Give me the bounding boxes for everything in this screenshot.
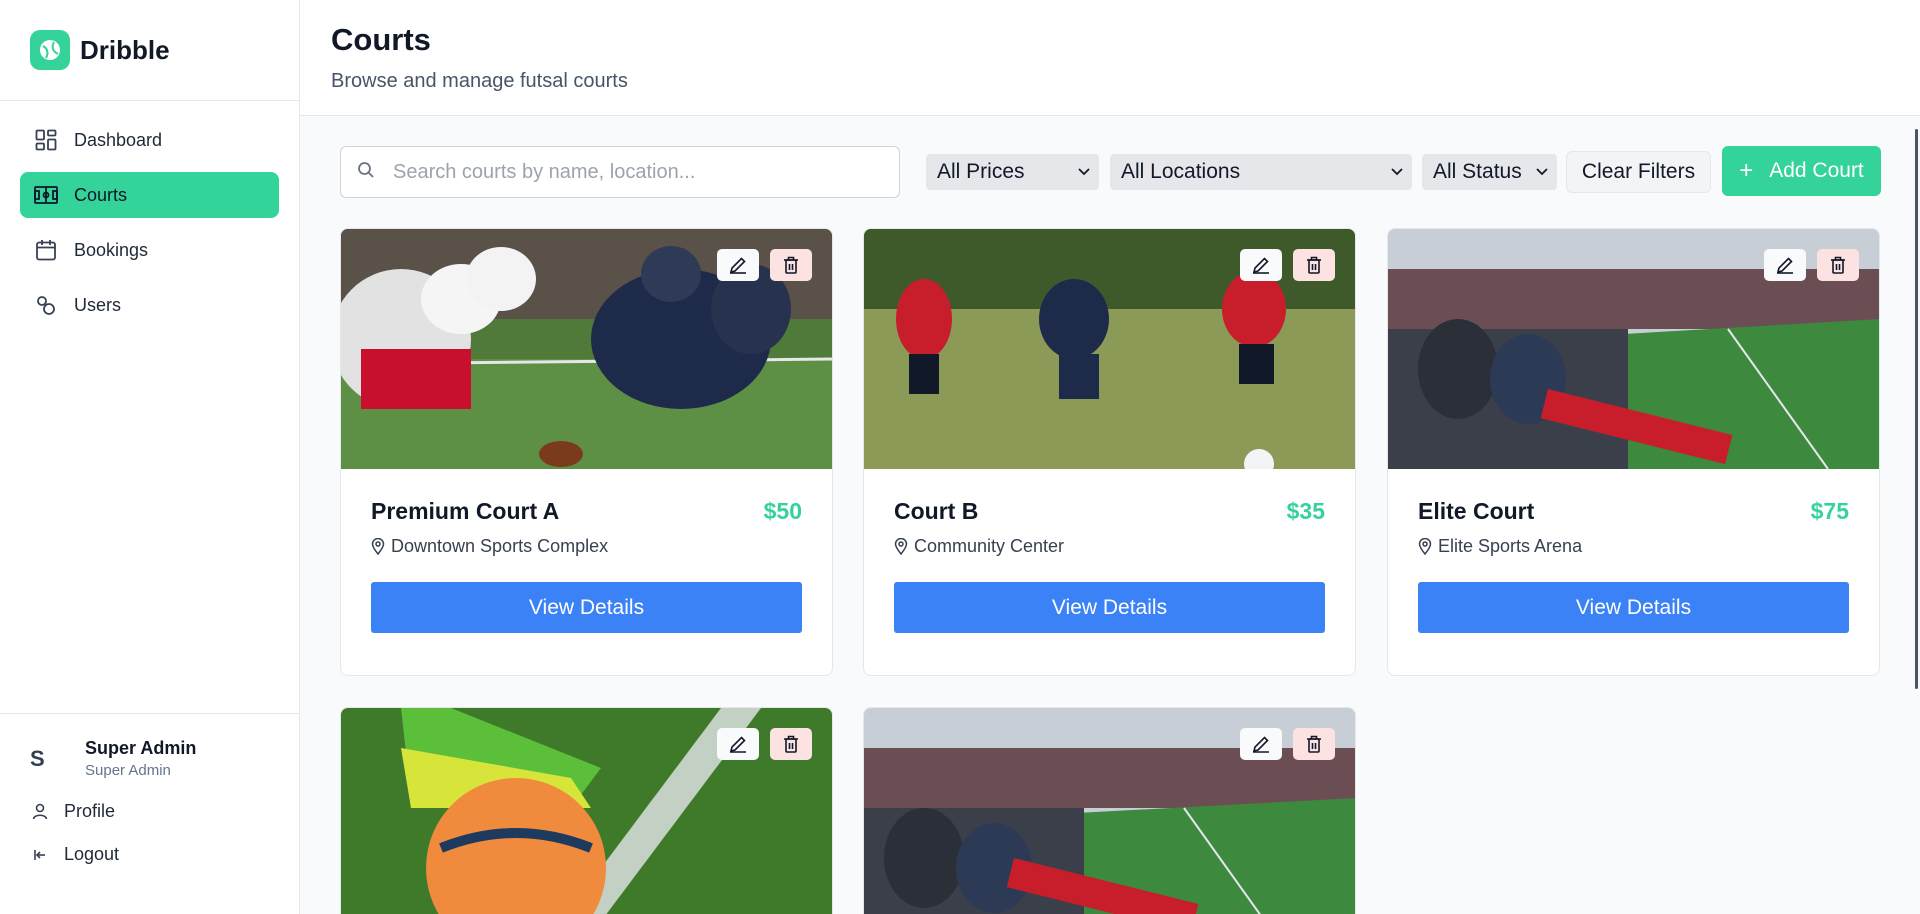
location-filter-value: All Locations — [1121, 160, 1241, 183]
sidebar-footer: S Super Admin Super Admin Profile Logout — [0, 713, 299, 914]
sidebar-nav: Dashboard Courts Bookings Users — [0, 101, 299, 328]
soccer-players-photo — [864, 229, 1355, 469]
edit-court-button[interactable] — [1240, 249, 1282, 281]
page-header: Courts Browse and manage futsal courts — [300, 0, 1920, 116]
brand-name: Dribble — [80, 34, 170, 65]
chevron-down-icon — [1390, 165, 1404, 179]
add-court-button[interactable]: + Add Court — [1722, 146, 1881, 196]
edit-court-button[interactable] — [717, 249, 759, 281]
logout-icon — [30, 845, 50, 865]
edit-court-button[interactable] — [1240, 728, 1282, 760]
price-filter-select[interactable]: All Prices — [926, 154, 1099, 190]
logout-link[interactable]: Logout — [30, 844, 299, 865]
edit-court-button[interactable] — [717, 728, 759, 760]
trash-icon — [1831, 256, 1845, 274]
status-filter-value: All Status — [1433, 160, 1522, 183]
chevron-down-icon — [1535, 165, 1549, 179]
page-subtitle: Browse and manage futsal courts — [331, 70, 628, 92]
view-details-button[interactable]: View Details — [1418, 582, 1849, 633]
calendar-icon — [34, 238, 58, 262]
delete-court-button[interactable] — [770, 728, 812, 760]
court-card: Elite Court $75 Elite Sports Arena View … — [1387, 228, 1880, 676]
profile-label: Profile — [64, 801, 116, 821]
map-pin-icon — [371, 538, 387, 556]
profile-link[interactable]: Profile — [30, 801, 299, 822]
court-location: Elite Sports Arena — [1438, 536, 1583, 556]
court-location: Downtown Sports Complex — [391, 536, 609, 556]
court-card — [340, 707, 833, 914]
edit-court-button[interactable] — [1764, 249, 1806, 281]
sidebar-item-label: Dashboard — [74, 129, 163, 150]
status-filter-select[interactable]: All Status — [1422, 154, 1557, 190]
sidebar-item-bookings[interactable]: Bookings — [20, 227, 279, 273]
boot-on-ball-photo — [341, 708, 832, 914]
court-card: Premium Court A $50 Downtown Sports Comp… — [340, 228, 833, 676]
sidebar-item-label: Bookings — [74, 239, 149, 260]
chevron-down-icon — [1077, 165, 1091, 179]
page-title: Courts — [331, 22, 431, 57]
delete-court-button[interactable] — [1293, 728, 1335, 760]
filter-toolbar: All Prices All Locations All Status Clea… — [340, 146, 1881, 198]
sidebar-item-dashboard[interactable]: Dashboard — [20, 117, 279, 163]
court-name: Court B — [894, 498, 979, 524]
pencil-icon — [729, 257, 746, 274]
trash-icon — [784, 256, 798, 274]
court-name: Premium Court A — [371, 498, 560, 524]
court-icon — [34, 183, 58, 207]
page-scrollbar[interactable] — [1915, 129, 1918, 689]
delete-court-button[interactable] — [1817, 249, 1859, 281]
pencil-icon — [729, 736, 746, 753]
avatar: S — [30, 745, 45, 771]
logout-label: Logout — [64, 844, 120, 864]
user-icon — [30, 802, 50, 822]
trash-icon — [784, 735, 798, 753]
search-box[interactable] — [340, 146, 900, 198]
map-pin-icon — [894, 538, 910, 556]
trash-icon — [1307, 256, 1321, 274]
court-card: Court B $35 Community Center View Detail… — [863, 228, 1356, 676]
view-details-button[interactable]: View Details — [371, 582, 802, 633]
pencil-icon — [1252, 736, 1269, 753]
user-name: Super Admin — [85, 738, 197, 758]
trash-icon — [1307, 735, 1321, 753]
users-icon — [34, 293, 58, 317]
delete-court-button[interactable] — [1293, 249, 1335, 281]
american-football-line-photo — [341, 229, 832, 469]
court-name: Elite Court — [1418, 498, 1535, 524]
sidebar-item-courts[interactable]: Courts — [20, 172, 279, 218]
search-icon — [357, 161, 375, 184]
add-court-label: Add Court — [1769, 159, 1864, 182]
clear-filters-button[interactable]: Clear Filters — [1566, 151, 1711, 193]
brand[interactable]: Dribble — [0, 0, 299, 101]
court-price: $50 — [763, 498, 802, 524]
sidebar-item-label: Courts — [74, 184, 128, 205]
court-location: Community Center — [914, 536, 1065, 556]
stadium-crowd-photo — [864, 708, 1355, 914]
dashboard-icon — [34, 128, 58, 152]
court-price: $35 — [1286, 498, 1325, 524]
view-details-button[interactable]: View Details — [894, 582, 1325, 633]
sidebar-item-label: Users — [74, 294, 122, 315]
court-card — [863, 707, 1356, 914]
map-pin-icon — [1418, 538, 1434, 556]
pencil-icon — [1252, 257, 1269, 274]
user-profile-summary: S Super Admin Super Admin — [30, 738, 299, 779]
price-filter-value: All Prices — [937, 160, 1025, 183]
user-role: Super Admin — [85, 762, 171, 779]
stadium-crowd-photo — [1388, 229, 1879, 469]
sidebar: Dribble Dashboard Courts Bookings Users … — [0, 0, 300, 914]
location-filter-select[interactable]: All Locations — [1110, 154, 1412, 190]
search-input[interactable] — [393, 160, 873, 184]
ball-logo-icon — [30, 30, 70, 70]
delete-court-button[interactable] — [770, 249, 812, 281]
plus-icon: + — [1739, 157, 1754, 184]
pencil-icon — [1776, 257, 1793, 274]
sidebar-item-users[interactable]: Users — [20, 282, 279, 328]
court-price: $75 — [1810, 498, 1849, 524]
